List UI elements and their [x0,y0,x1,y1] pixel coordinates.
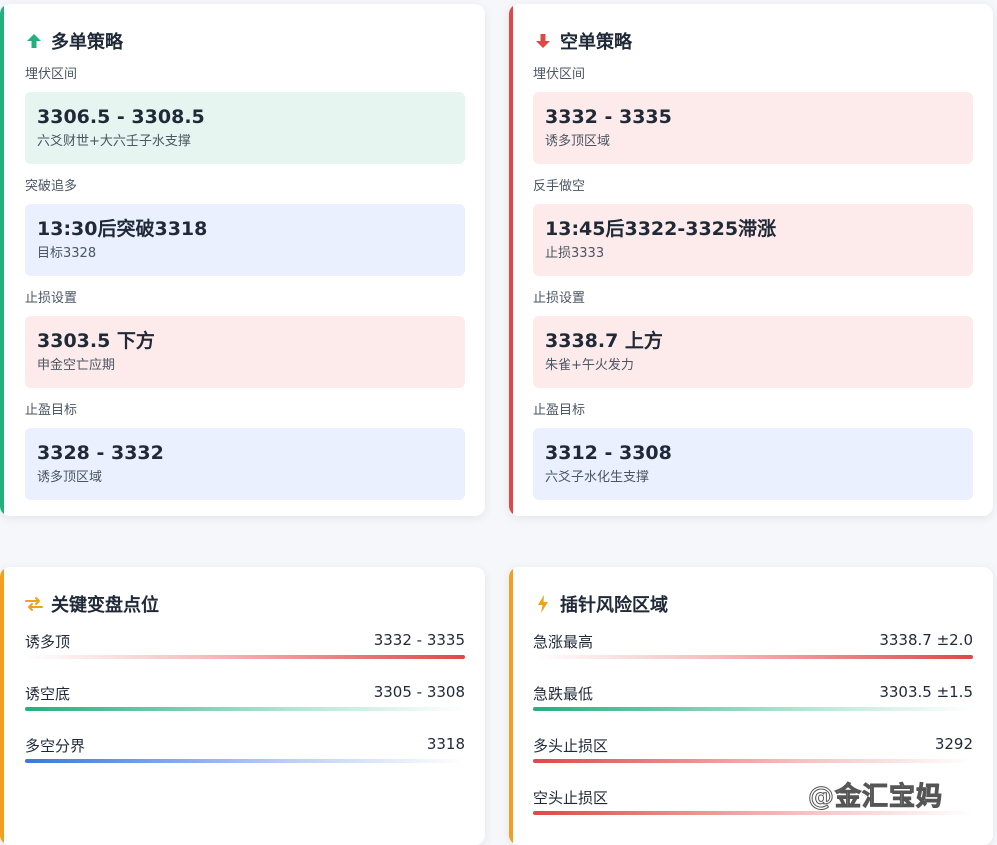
risk-label: 空头止损区 [533,789,609,807]
short-stoploss-label: 止损设置 [533,291,586,306]
long-breakout-box: 13:30后突破3318 目标3328 [25,204,465,276]
key-level-bar [25,707,465,711]
short-takeprofit-box: 3312 - 3308 六爻子水化生支撑 [533,428,973,500]
long-breakout-desc: 目标3328 [37,246,97,261]
short-takeprofit-label: 止盈目标 [533,403,586,418]
short-stoploss-box: 3338.7 上方 朱雀+午火发力 [533,316,973,388]
long-breakout-section: 突破追多 13:30后突破3318 目标3328 [25,178,465,276]
long-entry-box: 3306.5 - 3308.5 六爻财世+大六壬子水支撑 [25,92,465,164]
long-takeprofit-section: 止盈目标 3328 - 3332 诱多顶区域 [25,402,465,500]
key-levels-card: 关键变盘点位 诱多顶 3332 - 3335 诱空底 3305 - 3308 多… [0,567,485,845]
key-level-row: 诱空底 3305 - 3308 [25,683,465,713]
key-level-label: 诱多顶 [25,633,71,651]
risk-label: 多头止损区 [533,737,609,755]
short-entry-box: 3332 - 3335 诱多顶区域 [533,92,973,164]
key-levels-title-text: 关键变盘点位 [51,595,159,616]
short-reverse-label: 反手做空 [533,179,586,194]
long-strategy-title-text: 多单策略 [51,32,123,53]
long-stoploss-desc: 申金空亡应期 [37,358,116,373]
key-level-bar [25,655,465,659]
short-entry-section: 埋伏区间 3332 - 3335 诱多顶区域 [533,66,973,164]
long-entry-section: 埋伏区间 3306.5 - 3308.5 六爻财世+大六壬子水支撑 [25,66,465,164]
risk-row: 急跌最低 3303.5 ±1.5 [533,683,973,713]
spike-risk-title: 插针风险区域 [534,591,668,617]
short-entry-value: 3332 - 3335 [545,106,672,128]
exchange-icon [25,595,43,613]
key-level-value: 3318 [426,735,465,753]
risk-bar [533,759,973,763]
long-takeprofit-desc: 诱多顶区域 [37,470,103,485]
key-levels-title: 关键变盘点位 [25,591,159,617]
risk-label: 急涨最高 [533,633,594,651]
long-entry-desc: 六爻财世+大六壬子水支撑 [37,134,191,149]
short-takeprofit-desc: 六爻子水化生支撑 [545,470,650,485]
spike-risk-title-text: 插针风险区域 [560,595,668,616]
long-stoploss-section: 止损设置 3303.5 下方 申金空亡应期 [25,290,465,388]
key-level-bar [25,759,465,763]
long-takeprofit-label: 止盈目标 [25,403,78,418]
risk-bar [533,655,973,659]
key-level-value: 3332 - 3335 [373,631,465,649]
short-entry-label: 埋伏区间 [533,67,586,82]
long-takeprofit-box: 3328 - 3332 诱多顶区域 [25,428,465,500]
short-reverse-value: 13:45后3322-3325滞涨 [545,218,777,240]
risk-value: 3303.5 ±1.5 [879,683,973,701]
risk-label: 急跌最低 [533,685,594,703]
key-level-row: 多空分界 3318 [25,735,465,765]
long-stoploss-label: 止损设置 [25,291,78,306]
long-entry-value: 3306.5 - 3308.5 [37,106,205,128]
long-breakout-label: 突破追多 [25,179,78,194]
watermark: @金汇宝妈 [807,782,944,813]
long-strategy-card: 多单策略 埋伏区间 3306.5 - 3308.5 六爻财世+大六壬子水支撑 突… [0,4,485,516]
long-stoploss-value: 3303.5 下方 [37,330,155,352]
short-stoploss-value: 3338.7 上方 [545,330,663,352]
risk-row: 多头止损区 3292 [533,735,973,765]
risk-row: 急涨最高 3338.7 ±2.0 [533,631,973,661]
short-strategy-title-text: 空单策略 [560,32,632,53]
arrow-up-icon [25,32,43,50]
long-stoploss-box: 3303.5 下方 申金空亡应期 [25,316,465,388]
short-strategy-card: 空单策略 埋伏区间 3332 - 3335 诱多顶区域 反手做空 13:45后3… [509,4,993,516]
short-reverse-desc: 止损3333 [545,246,605,261]
lightning-icon [534,595,552,613]
key-level-label: 诱空底 [25,685,71,703]
short-stoploss-section: 止损设置 3338.7 上方 朱雀+午火发力 [533,290,973,388]
risk-value: 3292 [934,735,973,753]
short-reverse-box: 13:45后3322-3325滞涨 止损3333 [533,204,973,276]
long-strategy-title: 多单策略 [25,28,123,54]
long-entry-label: 埋伏区间 [25,67,78,82]
short-reverse-section: 反手做空 13:45后3322-3325滞涨 止损3333 [533,178,973,276]
short-takeprofit-value: 3312 - 3308 [545,442,672,464]
short-entry-desc: 诱多顶区域 [545,134,611,149]
short-strategy-title: 空单策略 [534,28,632,54]
key-level-value: 3305 - 3308 [373,683,465,701]
short-takeprofit-section: 止盈目标 3312 - 3308 六爻子水化生支撑 [533,402,973,500]
key-level-label: 多空分界 [25,737,86,755]
long-takeprofit-value: 3328 - 3332 [37,442,164,464]
arrow-down-icon [534,32,552,50]
key-level-row: 诱多顶 3332 - 3335 [25,631,465,661]
risk-bar [533,707,973,711]
long-breakout-value: 13:30后突破3318 [37,218,208,240]
short-stoploss-desc: 朱雀+午火发力 [545,358,634,373]
risk-value: 3338.7 ±2.0 [879,631,973,649]
